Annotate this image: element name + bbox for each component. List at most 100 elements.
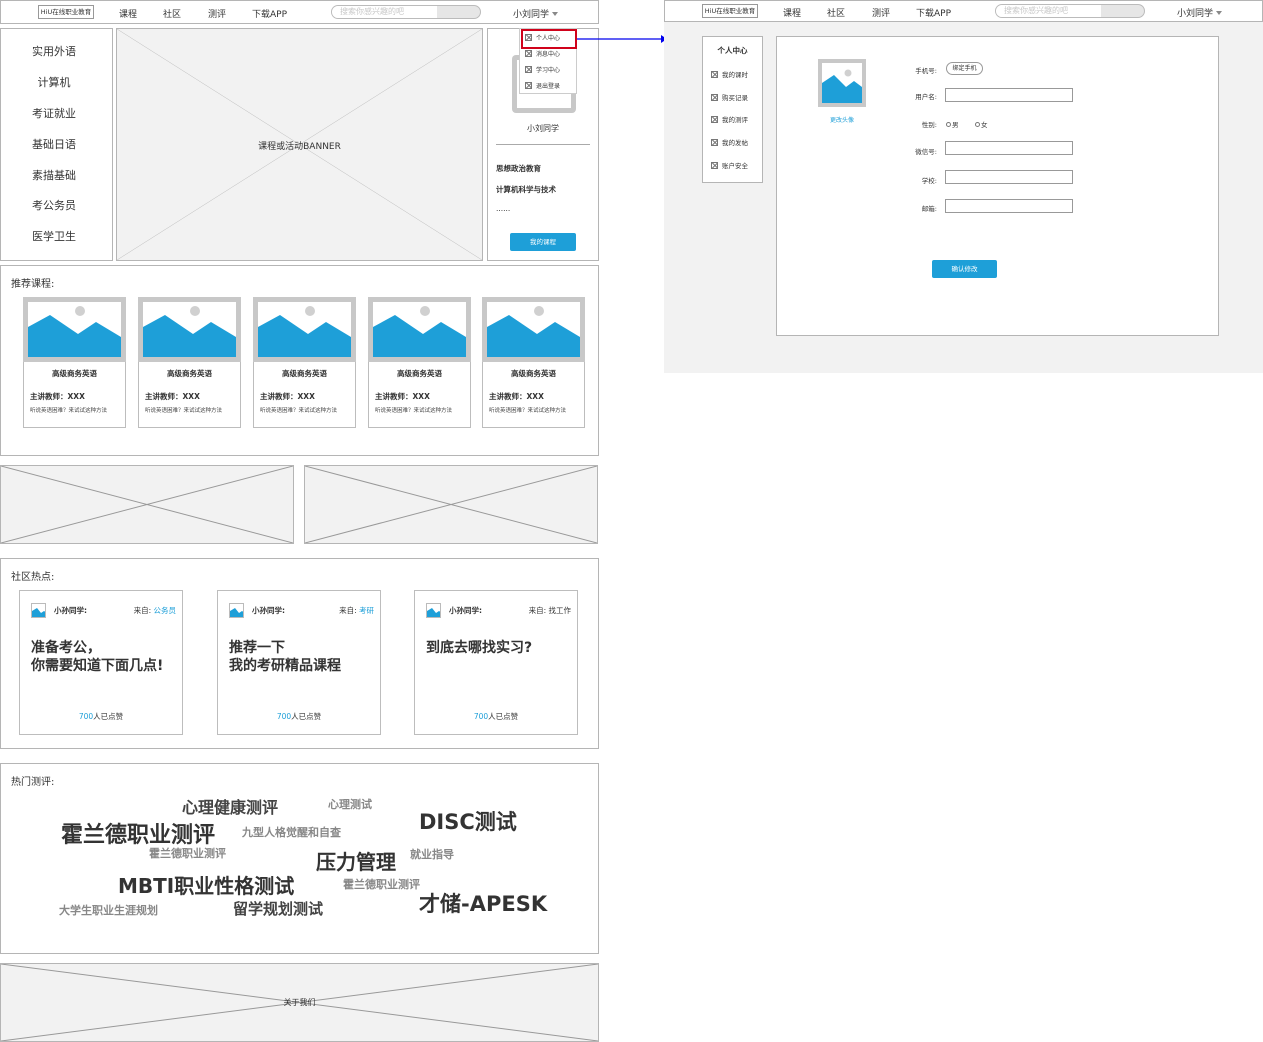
course-card[interactable]: 高级商务英语 主讲教师：XXX 听说英语困难？来试试这种方法 (138, 297, 241, 428)
radio-icon (975, 122, 980, 127)
assessment-tag[interactable]: 才储-APESK (419, 888, 547, 918)
footer-placeholder: 关于我们 (0, 963, 599, 1042)
image-icon (487, 306, 580, 357)
course-card[interactable]: 高级商务英语 主讲教师：XXX 听说英语困难？来试试这种方法 (23, 297, 126, 428)
hot-post-card[interactable]: 小孙同学: 来自: 考研 推荐一下 我的考研精品课程 700人已点赞 (217, 590, 381, 735)
nav-link-assessment[interactable]: 测评 (872, 6, 890, 19)
assessment-tag[interactable]: MBTI职业性格测试 (118, 870, 294, 899)
sidebar-item-my-assessments[interactable]: 我的测评 (711, 114, 748, 124)
course-description: 听说英语困难？来试试这种方法 (375, 408, 453, 414)
course-link[interactable]: 计算机科学与技术 (496, 184, 556, 195)
assessment-tag[interactable]: 心理健康测评 (182, 794, 278, 818)
banner-placeholder[interactable]: 课程或活动BANNER (116, 28, 483, 261)
assessment-tag[interactable]: 九型人格觉醒和自查 (242, 824, 341, 840)
nav-link-download-app[interactable]: 下载APP (916, 6, 951, 19)
nav-link-assessment[interactable]: 测评 (208, 7, 226, 20)
hot-post-card[interactable]: 小孙同学: 来自: 找工作 到底去哪找实习? 700人已点赞 (414, 590, 578, 735)
category-item[interactable]: 实用外语 (1, 43, 107, 59)
school-label: 学校: (921, 177, 937, 185)
search-box[interactable]: 搜索你感兴趣的吧 (331, 5, 481, 19)
category-item[interactable]: 考公务员 (1, 197, 107, 213)
assessment-tag[interactable]: 就业指导 (410, 846, 454, 862)
sidebar-item-label: 我的课时 (722, 71, 748, 79)
assessment-tag[interactable]: DISC测试 (419, 806, 517, 836)
assessment-tag[interactable]: 霍兰德职业测评 (343, 876, 420, 892)
email-input[interactable] (945, 199, 1073, 213)
sidebar-item-purchases[interactable]: 购买记录 (711, 92, 748, 102)
sidebar-item-account-security[interactable]: 账户安全 (711, 160, 748, 170)
course-title: 高级商务英语 (511, 369, 556, 378)
assessment-heading: 热门测评: (11, 777, 55, 788)
category-item[interactable]: 考证就业 (1, 105, 107, 121)
nav-link-community[interactable]: 社区 (827, 6, 845, 19)
sidebar-item-my-hours[interactable]: 我的课时 (711, 69, 748, 79)
change-avatar-link[interactable]: 更改头像 (818, 115, 866, 124)
assessment-tag[interactable]: 心理测试 (328, 796, 372, 812)
menu-item-logout[interactable]: 退出登录 (525, 81, 560, 90)
hot-post-card[interactable]: 小孙同学: 来自: 公务员 准备考公， 你需要知道下面几点! 700人已点赞 (19, 590, 183, 735)
course-link[interactable]: 思想政治教育 (496, 163, 541, 174)
course-title: 高级商务英语 (282, 369, 327, 378)
category-item[interactable]: 计算机 (1, 74, 107, 90)
assessment-tag[interactable]: 霍兰德职业测评 (149, 845, 226, 861)
site-logo[interactable]: HiU在线职业教育 (38, 5, 94, 19)
nav-link-community[interactable]: 社区 (163, 7, 181, 20)
user-avatar (426, 603, 441, 618)
course-card[interactable]: 高级商务英语 主讲教师：XXX 听说英语困难？来试试这种方法 (368, 297, 471, 428)
course-thumbnail (482, 297, 585, 362)
username-input[interactable] (945, 88, 1073, 102)
gender-male-radio[interactable]: 男 (946, 119, 959, 129)
ad-placeholder-right[interactable] (304, 465, 598, 544)
post-source[interactable]: 来自: 找工作 (529, 605, 571, 616)
post-source-label: 来自: (133, 606, 152, 615)
menu-item-messages[interactable]: 消息中心 (525, 49, 560, 58)
course-thumbnail (23, 297, 126, 362)
confirm-button[interactable]: 确认修改 (932, 260, 997, 278)
category-item[interactable]: 基础日语 (1, 136, 107, 152)
wechat-input[interactable] (945, 141, 1073, 155)
image-icon (258, 306, 351, 357)
gender-female-radio[interactable]: 女 (975, 119, 988, 129)
image-icon (32, 608, 45, 617)
ad-placeholder-left[interactable] (0, 465, 294, 544)
bind-phone-button[interactable]: 绑定手机 (946, 62, 983, 75)
post-title-line: 我的考研精品课程 (229, 658, 341, 674)
sidebar-item-my-posts[interactable]: 我的发帖 (711, 137, 748, 147)
site-logo[interactable]: HiU在线职业教育 (702, 4, 758, 18)
post-source[interactable]: 来自: 考研 (339, 605, 374, 616)
course-card[interactable]: 高级商务英语 主讲教师：XXX 听说英语困难？来试试这种方法 (253, 297, 356, 428)
school-input[interactable] (945, 170, 1073, 184)
gender-option-label: 女 (981, 121, 988, 129)
my-course-button[interactable]: 我的课程 (510, 233, 576, 251)
profile-avatar[interactable] (818, 59, 866, 107)
post-title[interactable]: 推荐一下 我的考研精品课程 (229, 639, 341, 675)
more-courses: ...... (496, 204, 511, 213)
course-thumbnail (138, 297, 241, 362)
search-input[interactable]: 搜索你感兴趣的吧 (996, 5, 1101, 17)
search-box[interactable]: 搜索你感兴趣的吧 (995, 4, 1145, 18)
course-title: 高级商务英语 (52, 369, 97, 378)
footer-about-link[interactable]: 关于我们 (1, 997, 598, 1008)
post-title[interactable]: 准备考公， 你需要知道下面几点! (31, 639, 163, 675)
user-menu[interactable]: 小刘同学 (513, 7, 559, 20)
post-source-label: 来自: (528, 606, 547, 615)
course-card[interactable]: 高级商务英语 主讲教师：XXX 听说英语困难？来试试这种方法 (482, 297, 585, 428)
user-menu[interactable]: 小刘同学 (1177, 6, 1223, 19)
likes-suffix: 人已点赞 (488, 712, 519, 721)
post-source-tag: 考研 (359, 606, 374, 615)
menu-item-study-center[interactable]: 学习中心 (525, 65, 560, 74)
post-title[interactable]: 到底去哪找实习? (426, 639, 532, 657)
nav-link-courses[interactable]: 课程 (783, 6, 801, 19)
post-source[interactable]: 来自: 公务员 (134, 605, 176, 616)
likes-suffix: 人已点赞 (93, 712, 124, 721)
assessment-tag[interactable]: 大学生职业生涯规划 (59, 902, 158, 918)
assessment-tag[interactable]: 压力管理 (316, 846, 396, 875)
search-input[interactable]: 搜索你感兴趣的吧 (332, 6, 437, 18)
post-likes: 700人已点赞 (218, 711, 380, 722)
nav-link-download-app[interactable]: 下载APP (252, 7, 287, 20)
assessment-tag[interactable]: 留学规划测试 (233, 898, 323, 919)
post-source-tag: 公务员 (153, 606, 177, 615)
category-item[interactable]: 素描基础 (1, 167, 107, 183)
nav-link-courses[interactable]: 课程 (119, 7, 137, 20)
category-item[interactable]: 医学卫生 (1, 228, 107, 244)
